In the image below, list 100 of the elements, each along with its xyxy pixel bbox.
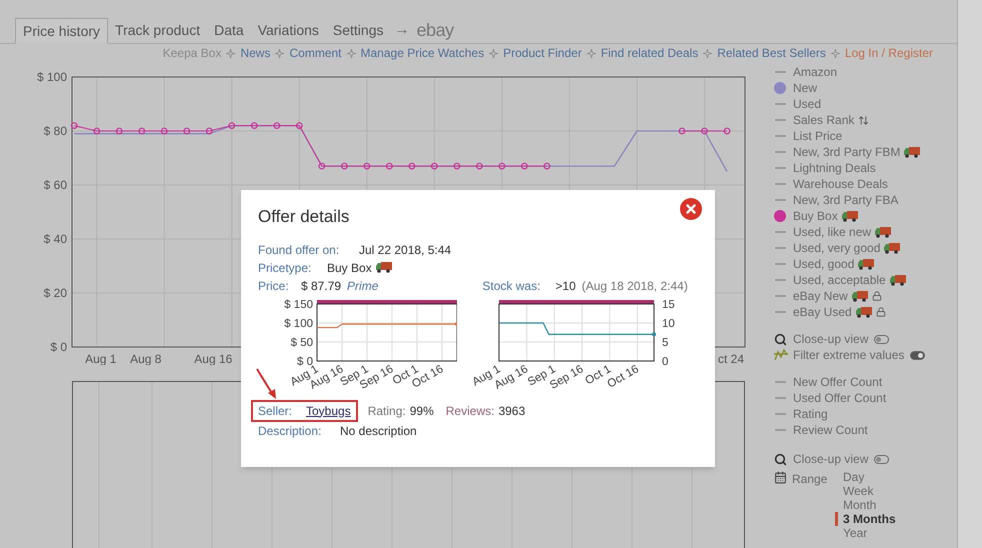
legend-item[interactable]: Buy Box (774, 208, 926, 224)
sparkle-icon (703, 48, 712, 58)
axis-label: $ 0 (50, 340, 67, 354)
tab[interactable]: Settings (326, 17, 390, 43)
legend-item[interactable]: New (774, 80, 926, 96)
legend-item[interactable]: Warehouse Deals (774, 176, 926, 192)
point (408, 162, 416, 170)
sparkle-icon (226, 48, 236, 58)
sparkle-icon (346, 48, 356, 58)
range-option[interactable]: Year (838, 526, 896, 540)
ebay-link[interactable]: ebay (416, 17, 454, 43)
legend-item[interactable]: Review Count (774, 422, 868, 438)
truck-icon (852, 290, 868, 302)
field-label: Reviews: (446, 402, 494, 420)
tab[interactable]: Variations (250, 17, 326, 43)
truck-icon (890, 274, 906, 286)
point (678, 128, 686, 134)
point (476, 162, 483, 170)
toggle-switch[interactable] (874, 454, 890, 464)
axis-label: $ 100 (36, 70, 67, 84)
legend-item[interactable]: Used, good (774, 256, 926, 272)
range-option[interactable]: Week (838, 484, 896, 498)
legend-item[interactable]: Used, very good (774, 240, 926, 256)
legend-item[interactable]: New, 3rd Party FBM (774, 144, 926, 160)
field-value: 99% (410, 402, 434, 420)
legend-item[interactable]: Used Offer Count (774, 390, 886, 406)
field-label: Rating: (368, 402, 406, 420)
legend-item[interactable]: New Offer Count (774, 374, 882, 390)
tab[interactable]: Data (207, 17, 251, 43)
legend-item[interactable]: Used, acceptable (774, 272, 926, 288)
close-button[interactable] (680, 198, 702, 220)
nav-link[interactable]: Product Finder (503, 44, 582, 62)
legend-item[interactable]: Sales Rank (774, 112, 926, 128)
axis-label: 15 (662, 298, 675, 310)
legend-item[interactable]: Used (774, 96, 926, 112)
point (453, 162, 460, 170)
legend-item[interactable]: List Price (774, 128, 926, 144)
field-label: Price: (258, 278, 290, 294)
point (296, 122, 303, 129)
legend-item[interactable]: eBay New (774, 288, 926, 304)
tab[interactable]: Price history (15, 18, 108, 44)
prime-label: Prime (347, 278, 378, 294)
truck-icon (842, 210, 858, 222)
search-icon (774, 452, 787, 466)
field-value: No description (340, 422, 417, 440)
point (206, 128, 213, 134)
sparkle-icon (586, 48, 596, 58)
point (273, 122, 280, 129)
range-option[interactable]: Month (838, 498, 896, 512)
legend-item[interactable]: eBay Used (774, 304, 926, 320)
nav-link[interactable]: News (240, 44, 270, 62)
close-icon (686, 204, 696, 214)
field-value: >10 (555, 278, 576, 294)
point (116, 128, 123, 134)
search-icon (774, 332, 787, 346)
lock-icon (872, 291, 882, 301)
legend-item[interactable]: Used, like new (774, 224, 926, 240)
axis-label: $ 50 (290, 336, 313, 348)
point (498, 162, 506, 170)
nav-link[interactable]: Related Best Sellers (717, 44, 826, 62)
axis-label: 10 (662, 318, 675, 330)
point (250, 122, 258, 129)
axis-label: $ 80 (44, 124, 67, 138)
seller-link[interactable]: Toybugs (306, 402, 351, 420)
range-option[interactable]: Day (838, 470, 896, 484)
toggle-switch[interactable] (910, 350, 926, 360)
field-value: 3963 (498, 402, 526, 420)
axis-label: $ 0 (297, 356, 313, 368)
axis-label: $ 20 (44, 286, 67, 300)
calendar-icon (774, 471, 787, 484)
lock-icon (876, 307, 886, 317)
legend-item[interactable]: Lightning Deals (774, 160, 926, 176)
toggle-switch[interactable] (874, 334, 890, 344)
axis-label: 0 (662, 356, 668, 368)
nav-link[interactable]: Manage Price Watches (360, 44, 484, 62)
nav-link[interactable]: Find related Deals (600, 44, 698, 62)
arrow-text: → (394, 20, 410, 40)
point (93, 128, 100, 134)
point (701, 128, 708, 134)
point (724, 128, 730, 134)
range-option[interactable]: 3 Months (835, 512, 896, 526)
sort-icon (858, 114, 870, 126)
point (363, 162, 370, 170)
tab[interactable]: Track product (108, 17, 208, 43)
nav-link[interactable]: Keepa Box (162, 44, 222, 62)
legend-item[interactable]: Amazon (774, 64, 926, 80)
legend-item[interactable]: Rating (774, 406, 828, 422)
field-value: Jul 22 2018, 5:44 (359, 242, 452, 258)
axis-label: ct 24 (718, 352, 744, 365)
nav-link[interactable]: Log In / Register (844, 44, 933, 62)
point (386, 162, 393, 170)
point (318, 162, 326, 170)
point (521, 162, 528, 170)
field-value: Buy Box (327, 260, 372, 276)
field-label: Stock was: (482, 278, 542, 294)
axis-label: 5 (662, 336, 668, 348)
range-label: Range (792, 471, 828, 488)
point (228, 122, 236, 129)
legend-item[interactable]: New, 3rd Party FBA (774, 192, 926, 208)
nav-link[interactable]: Comment (289, 44, 342, 62)
